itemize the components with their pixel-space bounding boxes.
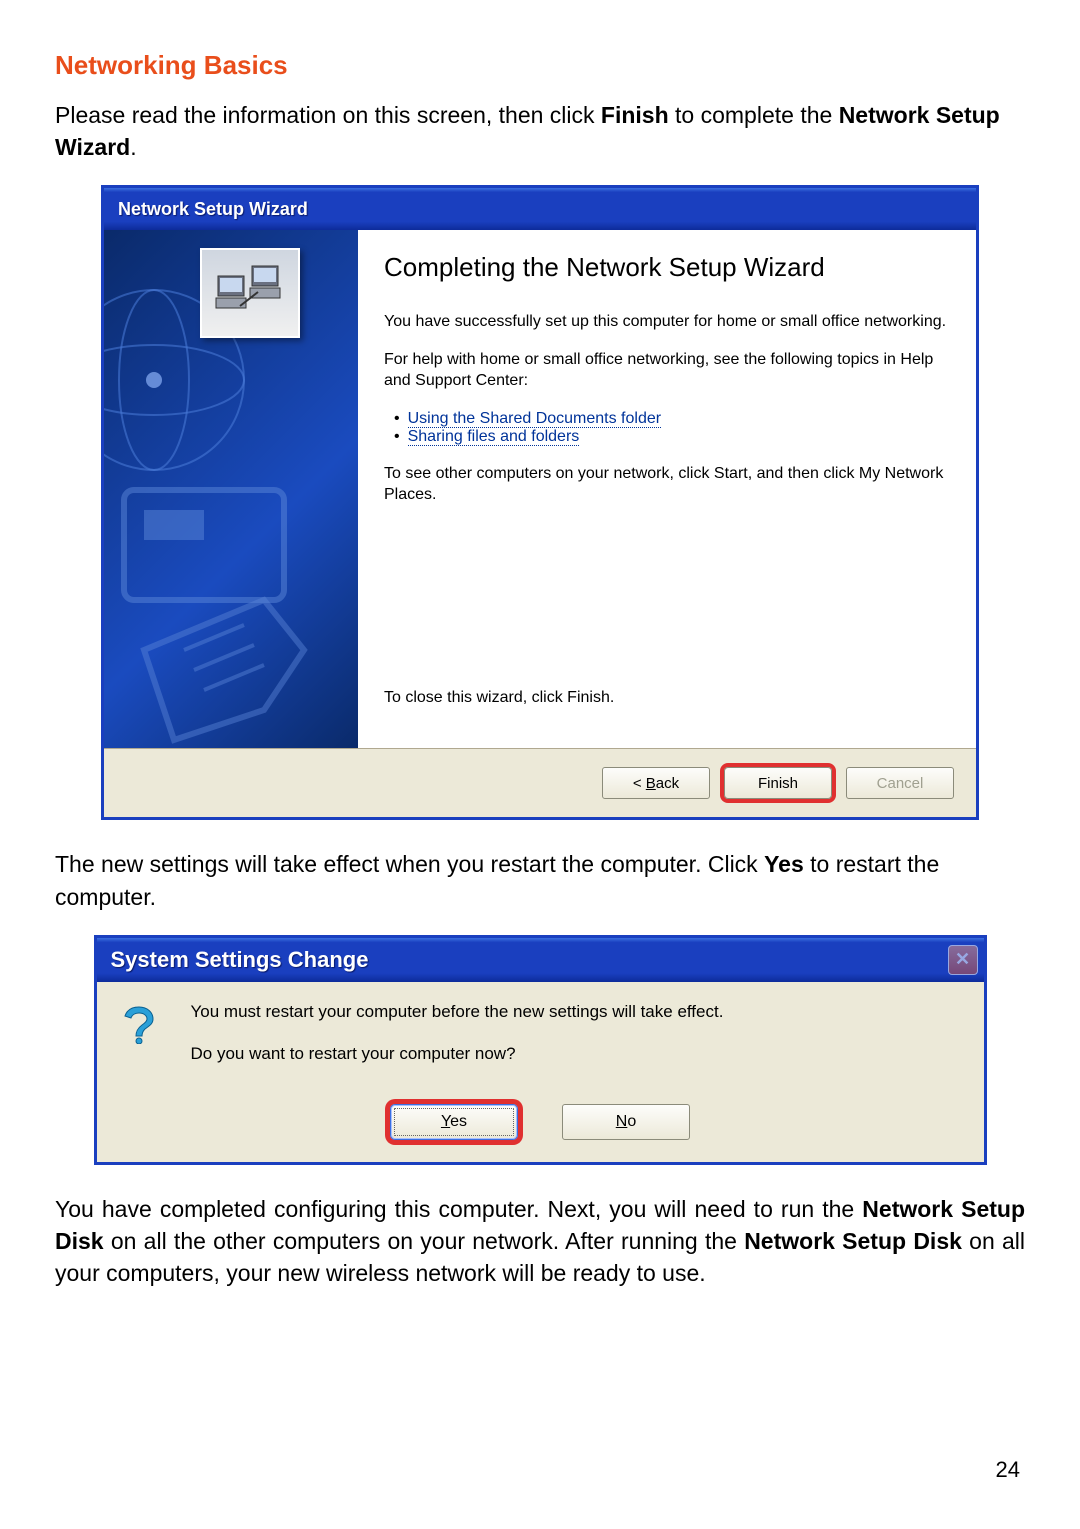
intro-text-2: to complete the <box>669 102 839 128</box>
intro-text-3: . <box>130 134 136 160</box>
nsw-right-panel: Completing the Network Setup Wizard You … <box>358 230 976 748</box>
ssc-text: You must restart your computer before th… <box>191 1002 724 1086</box>
nsw-link-item-2: Sharing files and folders <box>394 428 950 446</box>
ssc-message-1: You must restart your computer before th… <box>191 1002 724 1022</box>
close-button[interactable]: ✕ <box>948 945 978 975</box>
page-number: 24 <box>996 1457 1020 1483</box>
question-icon <box>119 1002 163 1086</box>
nsw-help-links: Using the Shared Documents folder Sharin… <box>384 410 950 446</box>
intro-text-1: Please read the information on this scre… <box>55 102 601 128</box>
mid-bold-yes: Yes <box>764 851 804 877</box>
nsw-sidebar-graphic <box>104 230 358 748</box>
section-heading: Networking Basics <box>55 50 1025 81</box>
ssc-body: You must restart your computer before th… <box>97 982 984 1096</box>
no-button-label: No <box>616 1113 636 1131</box>
close-icon: ✕ <box>955 949 970 970</box>
system-settings-change-dialog: System Settings Change ✕ You must restar… <box>94 935 987 1165</box>
nsw-content: Completing the Network Setup Wizard You … <box>104 230 976 748</box>
nsw-heading: Completing the Network Setup Wizard <box>384 252 950 283</box>
nsw-paragraph-1: You have successfully set up this comput… <box>384 312 950 333</box>
nsw-link-shared-documents[interactable]: Using the Shared Documents folder <box>408 410 661 428</box>
nsw-paragraph-3: To see other computers on your network, … <box>384 464 950 506</box>
outro-paragraph: You have completed configuring this comp… <box>55 1193 1025 1290</box>
nsw-title: Network Setup Wizard <box>118 199 308 220</box>
nsw-close-hint: To close this wizard, click Finish. <box>384 688 950 709</box>
network-setup-wizard-window: Network Setup Wizard <box>101 185 979 820</box>
outro-text-2: on all the other computers on your netwo… <box>104 1228 745 1254</box>
nsw-titlebar[interactable]: Network Setup Wizard <box>104 188 976 230</box>
cancel-button: Cancel <box>846 767 954 799</box>
outro-text-1: You have completed configuring this comp… <box>55 1196 862 1222</box>
ssc-title: System Settings Change <box>111 947 369 973</box>
mid-paragraph: The new settings will take effect when y… <box>55 848 1025 912</box>
ssc-titlebar[interactable]: System Settings Change ✕ <box>97 938 984 982</box>
finish-button-label: Finish <box>758 775 798 792</box>
ssc-button-row: Yes No <box>97 1096 984 1162</box>
nsw-paragraph-2: For help with home or small office netwo… <box>384 350 950 392</box>
nsw-footer: < Back Finish Cancel <box>104 748 976 817</box>
yes-button-label: Yes <box>441 1113 467 1131</box>
mid-text-1: The new settings will take effect when y… <box>55 851 764 877</box>
nsw-inset-computers-icon <box>200 248 300 338</box>
no-button[interactable]: No <box>562 1104 690 1140</box>
yes-button[interactable]: Yes <box>390 1104 518 1140</box>
nsw-link-sharing-files[interactable]: Sharing files and folders <box>408 428 580 446</box>
outro-bold-2: Network Setup Disk <box>744 1228 962 1254</box>
back-button-label: < Back <box>633 775 679 792</box>
back-button[interactable]: < Back <box>602 767 710 799</box>
finish-button[interactable]: Finish <box>724 767 832 799</box>
ssc-message-2: Do you want to restart your computer now… <box>191 1044 724 1064</box>
cancel-button-label: Cancel <box>877 775 924 792</box>
nsw-link-item-1: Using the Shared Documents folder <box>394 410 950 428</box>
intro-bold-finish: Finish <box>601 102 669 128</box>
intro-paragraph: Please read the information on this scre… <box>55 99 1025 163</box>
